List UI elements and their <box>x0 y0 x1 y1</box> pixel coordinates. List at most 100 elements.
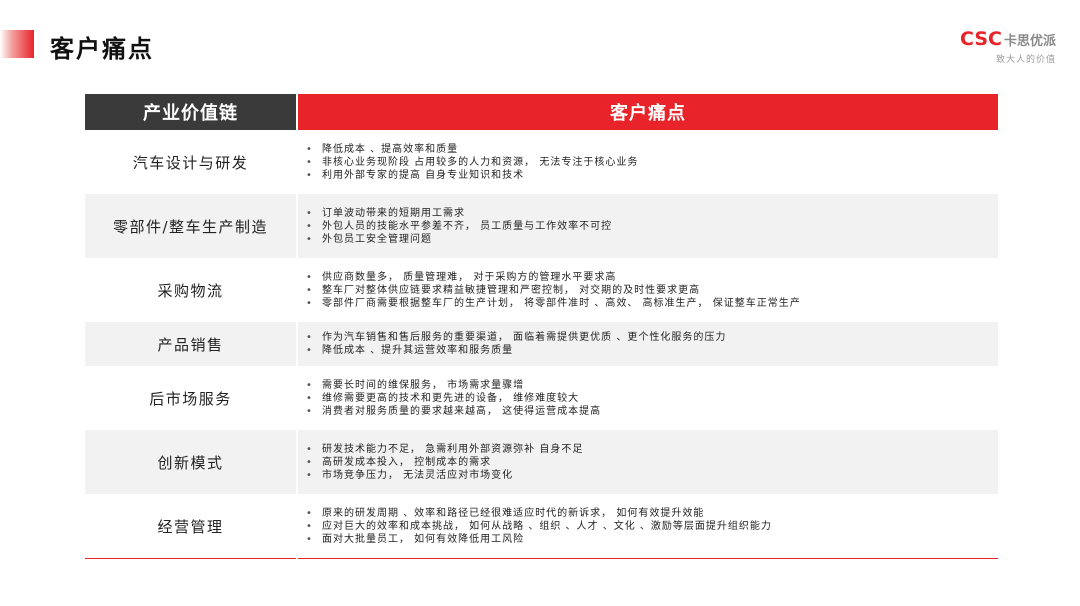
pain-point-text: 原来的研发周期 、效率和路径已经很难适应时代的新诉求， 如何有效提升效能 <box>322 507 705 519</box>
bullet-icon: • <box>306 297 313 309</box>
bottom-rule-left <box>85 558 296 559</box>
bullet-icon: • <box>306 469 313 481</box>
bullet-icon: • <box>306 169 313 181</box>
pain-points-table: 产业价值链 客户痛点 汽车设计与研发 • 降低成本 、提高效率和质量 • 非核心业务现阶… <box>85 94 998 559</box>
pain-points-cell: • 原来的研发周期 、效率和路径已经很难适应时代的新诉求， 如何有效提升效能 • 应对… <box>298 494 998 558</box>
value-chain-label: 零部件/整车生产制造 <box>85 194 296 258</box>
value-chain-label: 创新模式 <box>85 430 296 494</box>
value-chain-label: 采购物流 <box>85 258 296 322</box>
value-chain-label: 经营管理 <box>85 494 296 558</box>
pain-point-item: • 零部件厂商需要根据整车厂的生产计划， 将零部件准时 、高效、 高标准生产， 保… <box>306 297 801 310</box>
pain-points-list: • 供应商数量多， 质量管理难， 对于采购方的管理水平要求高 • 整车厂对整体供应链要… <box>306 271 801 310</box>
pain-point-item: • 作为汽车销售和售后服务的重要渠道， 面临着需提供更优质 、更个性化服务的压力 <box>306 331 726 344</box>
bullet-icon: • <box>306 405 313 417</box>
pain-point-text: 市场竞争压力， 无法灵活应对市场变化 <box>322 469 514 481</box>
bullet-icon: • <box>306 443 313 455</box>
pain-point-item: • 高研发成本投入， 控制成本的需求 <box>306 456 583 469</box>
column-header-value-chain: 产业价值链 <box>85 94 296 130</box>
pain-point-text: 需要长时间的维保服务， 市场需求量骤增 <box>322 379 525 391</box>
page-title: 客户痛点 <box>50 35 154 63</box>
pain-point-text: 消费者对服务质量的要求越来越高， 这使得运营成本提高 <box>322 405 602 417</box>
pain-point-item: • 整车厂对整体供应链要求精益敏捷管理和严密控制， 对交期的及时性要求更高 <box>306 284 801 297</box>
table-bottom-rule <box>85 558 998 559</box>
company-logo: CSC 卡思优派 致大人的价值 <box>960 28 1056 65</box>
pain-points-cell: • 作为汽车销售和售后服务的重要渠道， 面临着需提供更优质 、更个性化服务的压力 •… <box>298 322 998 366</box>
bullet-icon: • <box>306 332 313 343</box>
value-chain-label: 后市场服务 <box>85 366 296 430</box>
bullet-icon: • <box>306 220 313 232</box>
logo-name-cn: 卡思优派 <box>1003 33 1056 49</box>
pain-points-cell: • 订单波动带来的短期用工需求 • 外包人员的技能水平参差不齐， 员工质量与工作效率不… <box>298 194 998 258</box>
pain-point-item: • 市场竞争压力， 无法灵活应对市场变化 <box>306 469 583 482</box>
pain-point-text: 降低成本 、提高效率和质量 <box>322 143 459 155</box>
bullet-icon: • <box>306 233 313 245</box>
pain-point-text: 订单波动带来的短期用工需求 <box>322 207 465 219</box>
pain-point-text: 利用外部专家的提高 自身专业知识和技术 <box>322 169 525 181</box>
pain-point-item: • 订单波动带来的短期用工需求 <box>306 207 612 220</box>
pain-point-text: 降低成本 、提升其运营效率和服务质量 <box>322 345 514 356</box>
table-body: 汽车设计与研发 • 降低成本 、提高效率和质量 • 非核心业务现阶段 占用较多的人力和资… <box>85 130 998 558</box>
table-row: 汽车设计与研发 • 降低成本 、提高效率和质量 • 非核心业务现阶段 占用较多的人力和资… <box>85 130 998 194</box>
bullet-icon: • <box>306 379 313 391</box>
bullet-icon: • <box>306 156 313 168</box>
bullet-icon: • <box>306 507 313 519</box>
bullet-icon: • <box>306 520 313 532</box>
bullet-icon: • <box>306 207 313 219</box>
table-row: 后市场服务 • 需要长时间的维保服务， 市场需求量骤增 • 维修需要更高的技术和更先进的… <box>85 366 998 430</box>
pain-point-item: • 原来的研发周期 、效率和路径已经很难适应时代的新诉求， 如何有效提升效能 <box>306 507 772 520</box>
pain-points-cell: • 供应商数量多， 质量管理难， 对于采购方的管理水平要求高 • 整车厂对整体供应链要… <box>298 258 998 322</box>
pain-point-text: 面对大批量员工， 如何有效降低用工风险 <box>322 533 525 545</box>
table-row: 创新模式 • 研发技术能力不足， 急需利用外部资源弥补 自身不足 • 高研发成本投入， … <box>85 430 998 494</box>
pain-point-item: • 研发技术能力不足， 急需利用外部资源弥补 自身不足 <box>306 443 583 456</box>
pain-point-text: 外包人员的技能水平参差不齐， 员工质量与工作效率不可控 <box>322 220 613 232</box>
bullet-icon: • <box>306 345 313 356</box>
pain-point-item: • 降低成本 、提高效率和质量 <box>306 143 638 156</box>
pain-point-item: • 利用外部专家的提高 自身专业知识和技术 <box>306 169 638 182</box>
pain-point-item: • 消费者对服务质量的要求越来越高， 这使得运营成本提高 <box>306 405 601 418</box>
pain-point-item: • 面对大批量员工， 如何有效降低用工风险 <box>306 533 772 546</box>
pain-point-text: 非核心业务现阶段 占用较多的人力和资源， 无法专注于核心业务 <box>322 156 639 168</box>
pain-points-cell: • 降低成本 、提高效率和质量 • 非核心业务现阶段 占用较多的人力和资源， 无法专注… <box>298 130 998 194</box>
pain-point-text: 高研发成本投入， 控制成本的需求 <box>322 456 492 468</box>
pain-point-item: • 降低成本 、提升其运营效率和服务质量 <box>306 344 726 357</box>
bullet-icon: • <box>306 284 313 296</box>
table-header-row: 产业价值链 客户痛点 <box>85 94 998 130</box>
column-header-pain-points: 客户痛点 <box>298 94 998 130</box>
pain-points-cell: • 需要长时间的维保服务， 市场需求量骤增 • 维修需要更高的技术和更先进的设备， 维… <box>298 366 998 430</box>
value-chain-label: 产品销售 <box>85 322 296 366</box>
pain-point-text: 供应商数量多， 质量管理难， 对于采购方的管理水平要求高 <box>322 271 617 283</box>
pain-points-list: • 研发技术能力不足， 急需利用外部资源弥补 自身不足 • 高研发成本投入， 控制成本… <box>306 443 583 482</box>
pain-point-text: 整车厂对整体供应链要求精益敏捷管理和严密控制， 对交期的及时性要求更高 <box>322 284 701 296</box>
title-accent-bar <box>0 30 34 58</box>
pain-points-cell: • 研发技术能力不足， 急需利用外部资源弥补 自身不足 • 高研发成本投入， 控制成本… <box>298 430 998 494</box>
pain-point-item: • 应对巨大的效率和成本挑战， 如何从战略 、组织 、人才 、文化 、激励等层面提… <box>306 520 772 533</box>
bullet-icon: • <box>306 456 313 468</box>
pain-point-text: 研发技术能力不足， 急需利用外部资源弥补 自身不足 <box>322 443 584 455</box>
bullet-icon: • <box>306 533 313 545</box>
table-row: 零部件/整车生产制造 • 订单波动带来的短期用工需求 • 外包人员的技能水平参差不齐， … <box>85 194 998 258</box>
logo-brand-text: CSC <box>960 28 1002 50</box>
pain-points-list: • 需要长时间的维保服务， 市场需求量骤增 • 维修需要更高的技术和更先进的设备， 维… <box>306 379 601 418</box>
pain-point-text: 作为汽车销售和售后服务的重要渠道， 面临着需提供更优质 、更个性化服务的压力 <box>322 332 727 343</box>
pain-points-list: • 降低成本 、提高效率和质量 • 非核心业务现阶段 占用较多的人力和资源， 无法专注… <box>306 143 638 182</box>
pain-point-item: • 维修需要更高的技术和更先进的设备， 维修难度较大 <box>306 392 601 405</box>
bottom-rule-right <box>298 558 998 559</box>
pain-point-item: • 需要长时间的维保服务， 市场需求量骤增 <box>306 379 601 392</box>
value-chain-label: 汽车设计与研发 <box>85 130 296 194</box>
logo-slogan: 致大人的价值 <box>995 55 1056 65</box>
pain-points-list: • 作为汽车销售和售后服务的重要渠道， 面临着需提供更优质 、更个性化服务的压力 •… <box>306 331 726 357</box>
bullet-icon: • <box>306 143 313 155</box>
table-row: 产品销售 • 作为汽车销售和售后服务的重要渠道， 面临着需提供更优质 、更个性化服务… <box>85 322 998 366</box>
bullet-icon: • <box>306 271 313 283</box>
pain-point-text: 外包员工安全管理问题 <box>322 233 432 245</box>
pain-point-text: 应对巨大的效率和成本挑战， 如何从战略 、组织 、人才 、文化 、激励等层面提升… <box>322 520 772 532</box>
pain-point-item: • 外包员工安全管理问题 <box>306 233 612 246</box>
pain-point-item: • 非核心业务现阶段 占用较多的人力和资源， 无法专注于核心业务 <box>306 156 638 169</box>
pain-point-text: 零部件厂商需要根据整车厂的生产计划， 将零部件准时 、高效、 高标准生产， 保证… <box>322 297 801 309</box>
pain-point-item: • 供应商数量多， 质量管理难， 对于采购方的管理水平要求高 <box>306 271 801 284</box>
pain-point-text: 维修需要更高的技术和更先进的设备， 维修难度较大 <box>322 392 580 404</box>
pain-points-list: • 订单波动带来的短期用工需求 • 外包人员的技能水平参差不齐， 员工质量与工作效率不… <box>306 207 612 246</box>
logo-mark: CSC 卡思优派 <box>960 28 1056 50</box>
pain-points-list: • 原来的研发周期 、效率和路径已经很难适应时代的新诉求， 如何有效提升效能 • 应对… <box>306 507 772 546</box>
bullet-icon: • <box>306 392 313 404</box>
